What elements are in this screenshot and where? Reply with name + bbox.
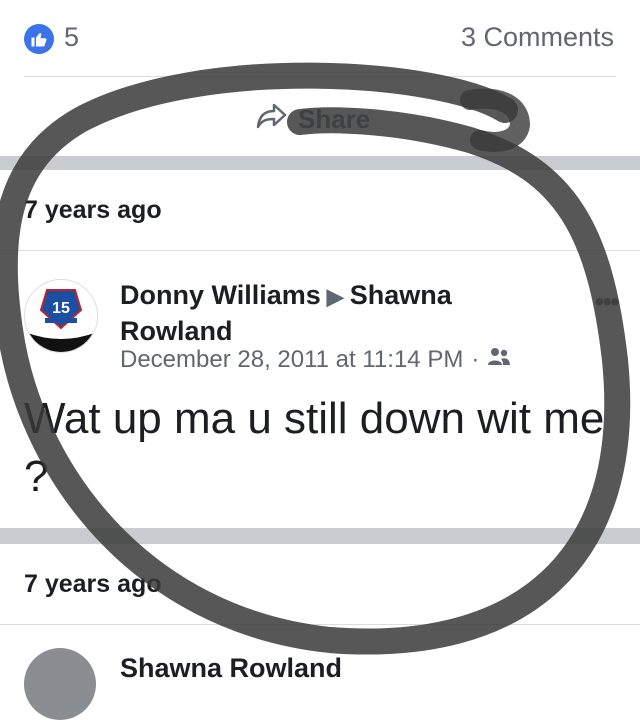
meta-separator: · [471, 346, 480, 373]
divider [24, 76, 616, 77]
post-author-line: Donny Williams ▶ Shawna Rowland [120, 278, 560, 348]
comments-count-link[interactable]: 3 Comments [461, 22, 614, 53]
share-button[interactable]: Share [256, 102, 370, 137]
post-body-text: Wat up ma u still down wit me ? [24, 394, 605, 501]
share-row: Share [0, 90, 640, 150]
post-time-header: 7 years ago [24, 570, 162, 598]
arrow-right-icon: ▶ [326, 284, 344, 309]
more-options-icon[interactable]: ••• [595, 286, 620, 318]
author-name-link[interactable]: Donny Williams [120, 280, 321, 310]
post-meta: December 28, 2011 at 11:14 PM · [120, 346, 511, 374]
friends-icon [487, 346, 511, 374]
share-label: Share [298, 104, 371, 134]
section-separator [0, 156, 640, 170]
post-time-header: 7 years ago [24, 196, 162, 224]
avatar-badge-number: 15 [52, 300, 70, 317]
divider [0, 250, 640, 251]
like-reaction-icon[interactable] [24, 24, 54, 54]
avatar[interactable]: 15 [24, 279, 98, 353]
reactions-bar: 5 3 Comments [0, 0, 640, 76]
like-count[interactable]: 5 [64, 22, 79, 53]
section-separator [0, 528, 640, 544]
post-timestamp[interactable]: December 28, 2011 at 11:14 PM [120, 346, 463, 374]
share-icon [256, 102, 288, 137]
divider [0, 624, 640, 625]
avatar[interactable] [24, 648, 96, 720]
